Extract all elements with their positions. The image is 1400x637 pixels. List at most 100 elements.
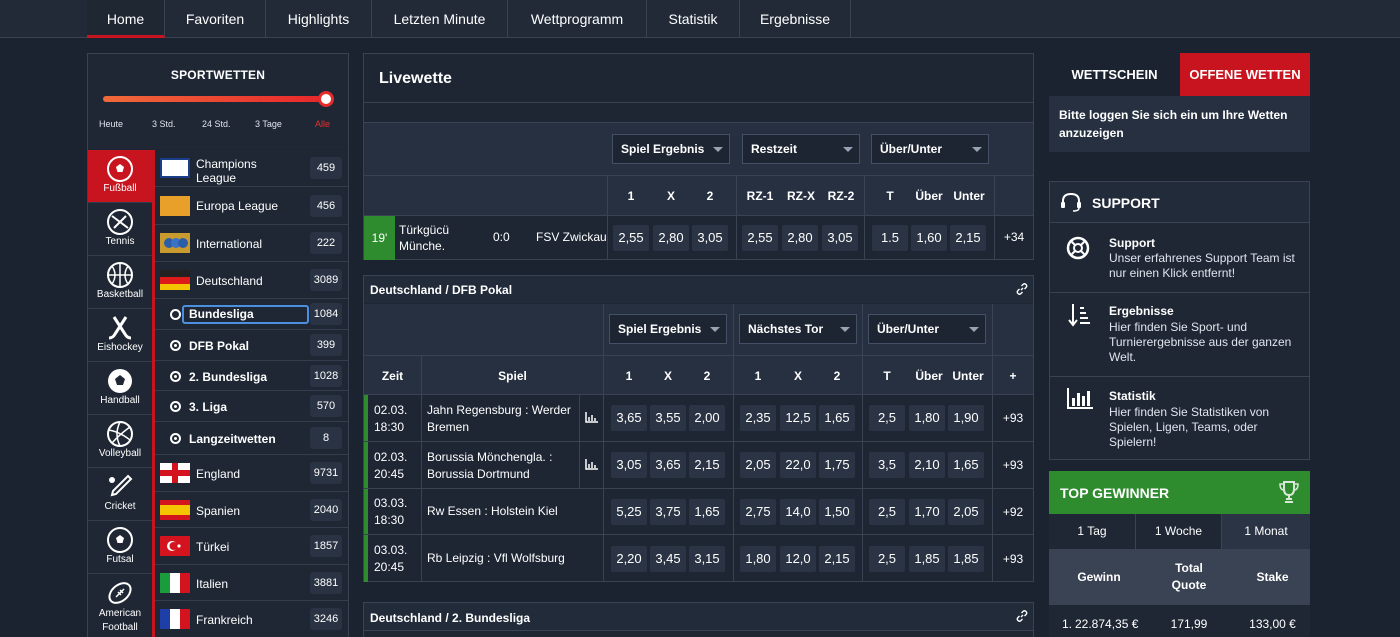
- league-italien[interactable]: Italien 3881: [155, 565, 348, 601]
- league-spanien[interactable]: Spanien 2040: [155, 492, 348, 528]
- league-england[interactable]: England 9731: [155, 455, 348, 492]
- odd-button[interactable]: 3,05: [692, 225, 728, 251]
- odd-button[interactable]: 3,65: [650, 452, 686, 478]
- odd-button[interactable]: 14,0: [780, 499, 816, 525]
- league-3-liga[interactable]: 3. Liga 570: [155, 391, 348, 422]
- odd-button[interactable]: 12,5: [780, 405, 816, 431]
- odd-button[interactable]: 1,75: [819, 452, 855, 478]
- odd-button[interactable]: 2,55: [613, 225, 649, 251]
- odd-button[interactable]: 3,05: [822, 225, 858, 251]
- odd-button[interactable]: 3,65: [611, 405, 647, 431]
- support-item-support[interactable]: Support Unser erfahrenes Support Team is…: [1050, 224, 1309, 293]
- odd-button[interactable]: 1,90: [948, 405, 984, 431]
- odd-button[interactable]: 2,5: [869, 546, 905, 572]
- odd-button[interactable]: 2,80: [782, 225, 818, 251]
- link-icon[interactable]: [1016, 610, 1028, 622]
- odd-button[interactable]: 3,75: [650, 499, 686, 525]
- radio-button[interactable]: [170, 371, 181, 382]
- league-langzeitwetten[interactable]: Langzeitwetten 8: [155, 422, 348, 455]
- match-name[interactable]: Rw Essen : Holstein Kiel: [427, 504, 577, 518]
- sport-volleyball[interactable]: Volleyball: [88, 415, 152, 468]
- nav-wettprogramm[interactable]: Wettprogramm: [508, 0, 647, 38]
- nav-ergebnisse[interactable]: Ergebnisse: [740, 0, 851, 38]
- odd-button[interactable]: 2,15: [689, 452, 725, 478]
- more-markets-link[interactable]: +93: [994, 458, 1032, 472]
- sport-eishockey[interactable]: Eishockey: [88, 309, 152, 362]
- nav-home[interactable]: Home: [87, 0, 165, 38]
- odd-button[interactable]: 1,85: [909, 546, 945, 572]
- stats-icon[interactable]: [585, 459, 598, 470]
- odd-button[interactable]: 1,65: [819, 405, 855, 431]
- live-market-select-2[interactable]: Restzeit: [742, 134, 860, 164]
- odd-button[interactable]: 3,05: [611, 452, 647, 478]
- odd-button[interactable]: 2,05: [948, 499, 984, 525]
- match-name[interactable]: Jahn Regensburg : Werder Bremen: [427, 402, 577, 436]
- league-champions-league[interactable]: Champions League 459: [155, 150, 348, 187]
- league-europa-league[interactable]: Europa League 456: [155, 187, 348, 225]
- odd-button[interactable]: 3,5: [869, 452, 905, 478]
- sport-american-football[interactable]: American Football: [88, 574, 152, 637]
- time-filter-slider[interactable]: [103, 96, 327, 102]
- pokal-market-select-1[interactable]: Spiel Ergebnis: [609, 314, 727, 344]
- odd-button[interactable]: 1,80: [909, 405, 945, 431]
- sport-tennis[interactable]: Tennis: [88, 203, 152, 256]
- pokal-market-select-3[interactable]: Über/Unter: [868, 314, 986, 344]
- odd-button[interactable]: 2,80: [653, 225, 689, 251]
- live-market-select-1[interactable]: Spiel Ergebnis: [612, 134, 730, 164]
- nav-statistik[interactable]: Statistik: [647, 0, 740, 38]
- odd-button[interactable]: 2,10: [909, 452, 945, 478]
- odd-button[interactable]: 1,60: [911, 225, 947, 251]
- odd-button[interactable]: 1,70: [909, 499, 945, 525]
- live-market-select-3[interactable]: Über/Unter: [871, 134, 989, 164]
- odd-button[interactable]: 2,35: [740, 405, 776, 431]
- sport-football[interactable]: Fußball: [88, 150, 152, 203]
- sport-basketball[interactable]: Basketball: [88, 256, 152, 309]
- tab-1-monat[interactable]: 1 Monat: [1222, 514, 1310, 549]
- odd-button[interactable]: 2,15: [950, 225, 986, 251]
- match-name[interactable]: Borussia Mönchengla. : Borussia Dortmund: [427, 449, 577, 483]
- more-markets-link[interactable]: +34: [998, 230, 1030, 244]
- tab-wettschein[interactable]: WETTSCHEIN: [1049, 53, 1180, 96]
- odd-button[interactable]: 2,55: [742, 225, 778, 251]
- match-row[interactable]: 02.03. 18:30 Jahn Regensburg : Werder Bre…: [364, 394, 1033, 441]
- time-label-24std[interactable]: 24 Std.: [202, 119, 231, 129]
- more-markets-link[interactable]: +93: [994, 411, 1032, 425]
- odd-button[interactable]: 1,85: [948, 546, 984, 572]
- match-row[interactable]: 03.03. 20:45 Rb Leipzig : Vfl Wolfsburg 2…: [364, 534, 1033, 582]
- league-bundesliga[interactable]: Bundesliga 1084: [155, 299, 348, 330]
- time-label-heute[interactable]: Heute: [99, 119, 123, 129]
- odd-button[interactable]: 2,20: [611, 546, 647, 572]
- tab-offene-wetten[interactable]: OFFENE WETTEN: [1180, 53, 1310, 96]
- radio-button[interactable]: [170, 433, 181, 444]
- league-dfb-pokal[interactable]: DFB Pokal 399: [155, 330, 348, 361]
- odd-button[interactable]: 1,65: [689, 499, 725, 525]
- odd-button[interactable]: 2,05: [740, 452, 776, 478]
- odd-button[interactable]: 2,00: [689, 405, 725, 431]
- pokal-market-select-2[interactable]: Nächstes Tor: [739, 314, 857, 344]
- match-name[interactable]: Rb Leipzig : Vfl Wolfsburg: [427, 551, 577, 565]
- more-markets-link[interactable]: +92: [994, 505, 1032, 519]
- odd-button[interactable]: 3,45: [650, 546, 686, 572]
- league-tuerkei[interactable]: Türkei 1857: [155, 528, 348, 565]
- nav-letzten-minute[interactable]: Letzten Minute: [372, 0, 508, 38]
- odd-button[interactable]: 1,80: [740, 546, 776, 572]
- time-label-alle[interactable]: Alle: [315, 119, 330, 129]
- nav-highlights[interactable]: Highlights: [266, 0, 372, 38]
- match-row[interactable]: 03.03. 18:30 Rw Essen : Holstein Kiel 5,2…: [364, 488, 1033, 534]
- time-label-3tage[interactable]: 3 Tage: [255, 119, 282, 129]
- link-icon[interactable]: [1016, 283, 1028, 295]
- sport-handball[interactable]: Handball: [88, 362, 152, 415]
- odd-button[interactable]: 3,15: [689, 546, 725, 572]
- more-markets-link[interactable]: +93: [994, 552, 1032, 566]
- odd-button[interactable]: 2,15: [819, 546, 855, 572]
- time-filter-slider-handle[interactable]: [318, 91, 334, 107]
- league-international[interactable]: International 222: [155, 225, 348, 262]
- odd-button[interactable]: 2,5: [869, 405, 905, 431]
- league-frankreich[interactable]: Frankreich 3246: [155, 601, 348, 637]
- odd-button[interactable]: 12,0: [780, 546, 816, 572]
- odd-button[interactable]: 3,55: [650, 405, 686, 431]
- stats-icon[interactable]: [585, 412, 598, 423]
- odd-button[interactable]: 2,75: [740, 499, 776, 525]
- support-item-ergebnisse[interactable]: Ergebnisse Hier finden Sie Sport- und Tu…: [1050, 294, 1309, 377]
- sport-futsal[interactable]: Futsal: [88, 521, 152, 574]
